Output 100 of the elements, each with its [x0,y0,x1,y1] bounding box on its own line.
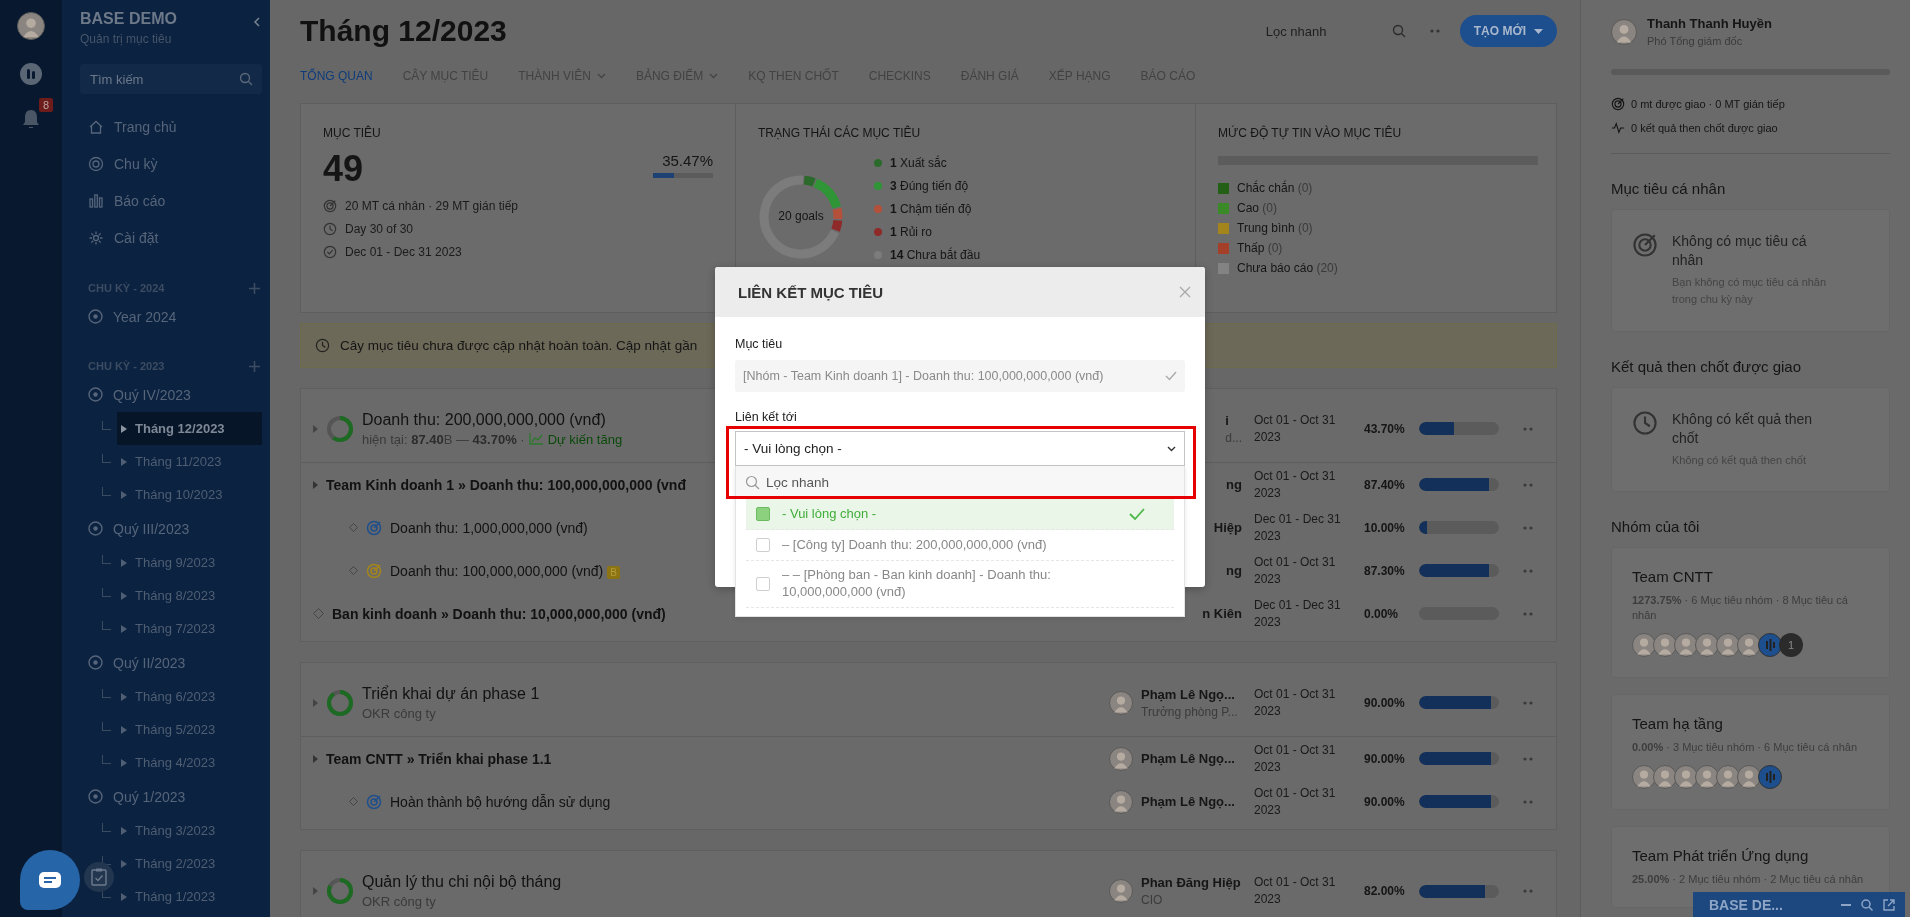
panel-title: Mục tiêu cá nhân [1611,180,1727,197]
cycle-item[interactable]: Tháng 7/2023 [117,612,262,645]
donut-label: 20 goals [777,209,825,223]
more-icon[interactable] [1522,700,1533,705]
objective-title[interactable]: Team Kinh doanh 1 » Doanh thu: 100,000,000,000 (vnđ [326,476,686,493]
search-icon[interactable] [1391,24,1406,38]
more-icon[interactable] [1522,889,1533,893]
checkbox[interactable] [756,538,770,552]
target-icon [323,199,337,213]
more-icon[interactable] [1522,525,1533,530]
caret-icon[interactable] [313,424,318,433]
cycle-item[interactable]: Tháng 6/2023 [117,680,262,713]
cycle-item[interactable]: Quý 1/2023 [62,779,262,814]
caret-icon [121,624,127,633]
owner-name: Phạm Lê Ngọ... [1141,751,1235,766]
objective-title[interactable]: Ban kinh doanh » Doanh thu: 10,000,000,000 (vnđ) [332,605,666,622]
objective-title[interactable]: Doanh thu: 200,000,000,000 (vnđ) [362,410,606,428]
more-icon[interactable] [1522,568,1533,573]
date-range: Oct 01 - Oct 31 2023 [1254,467,1337,502]
add-icon[interactable] [249,360,260,372]
caret-icon[interactable] [313,698,318,707]
key-result-title[interactable]: Hoàn thành bộ hướng dẫn sử dụng [390,793,611,810]
create-button[interactable]: TẠO MỚI [1459,15,1557,47]
nav-item[interactable]: Chu kỳ [62,145,262,182]
cycle-item[interactable]: Year 2024 [62,299,262,334]
more-icon[interactable] [1522,482,1533,487]
add-icon[interactable] [249,282,260,294]
cycle-item[interactable]: Tháng 10/2023 [117,478,262,511]
owner-name: Phan Đăng Hiệp [1141,875,1241,890]
tasks-button[interactable] [84,862,114,892]
caret-icon[interactable] [313,480,318,489]
more-members-count[interactable]: 1 [1779,633,1803,658]
member-avatar [1695,633,1719,658]
external-link-icon[interactable] [1883,898,1895,911]
dropdown-option[interactable]: – – [Phòng ban - Ban kinh doanh] - Doanh thu: 10,000,000,000 (vnđ) [746,561,1174,608]
progress-percent: 10.00% [1364,520,1406,535]
cycle-item[interactable]: Tháng 1/2023 [117,880,262,913]
more-icon[interactable] [1429,29,1440,33]
close-icon[interactable] [1179,286,1191,298]
avatar [1109,746,1133,771]
owner-name: ng [1226,477,1242,492]
team-name: Team Phát triển Ứng dụng [1632,846,1810,864]
more-icon[interactable] [1522,426,1533,431]
nav-item[interactable]: Trang chủ [62,108,262,145]
cycle-item[interactable]: Tháng 8/2023 [117,579,262,612]
objective-title[interactable]: Team CNTT » Triển khai phase 1.1 [326,750,552,767]
cycle-item[interactable]: Tháng 11/2023 [117,445,262,478]
more-icon[interactable] [1522,611,1533,616]
legend-label: 1 Rủi ro [890,225,933,239]
search-field[interactable]: Tìm kiếm [80,64,262,94]
panel-title: Nhóm của tôi [1611,518,1701,536]
cycle-item[interactable]: Tháng 9/2023 [117,546,262,579]
caret-icon [121,892,127,901]
key-result-title[interactable]: Doanh thu: 1,000,000,000 (vnđ) [390,519,588,536]
key-result-title[interactable]: Doanh thu: 100,000,000,000 (vnđ) [390,562,604,579]
checkbox[interactable] [756,576,770,591]
caret-icon[interactable] [313,887,318,895]
caret-icon[interactable] [313,754,318,763]
member-avatar [1716,633,1740,658]
cycle-item[interactable]: Tháng 4/2023 [117,746,262,779]
caret-icon [121,558,127,567]
trend-text: Dự kiến tăng [547,431,623,447]
cycle-item[interactable]: Tháng 3/2023 [117,814,262,847]
objective-title[interactable]: Quản lý thu chi nội bộ tháng [362,873,562,890]
owner-name: Hiệp [1213,520,1242,535]
caret-down-icon [1534,28,1543,34]
search-icon[interactable] [1861,898,1873,911]
cycle-item[interactable]: Quý III/2023 [62,511,262,546]
member-avatar [1737,633,1761,658]
option-label: – – [Phòng ban - Ban kinh doanh] - Doanh thu: 10,000,000,000 (vnđ) [782,567,1052,601]
dropdown-option[interactable]: – [Công ty] Doanh thu: 200,000,000,000 (vnđ) [746,530,1174,561]
cycle-item[interactable]: Quý II/2023 [62,645,262,680]
nav-item[interactable]: Báo cáo [62,182,262,219]
date-range: Oct 01 - Oct 31 2023 [1254,784,1337,819]
more-icon[interactable] [1522,799,1533,804]
tab[interactable]: TỔNG QUAN [300,69,373,83]
checkbox[interactable] [756,507,770,521]
progress-percent: 90.00% [1364,794,1406,809]
target-icon [1611,97,1625,111]
check-icon [1129,508,1145,520]
dropdown-option[interactable]: - Vui lòng chọn - [746,499,1174,530]
bell-icon[interactable] [21,108,41,130]
app-logo-icon[interactable] [19,62,43,86]
panel-title: Kết quả then chốt được giao [1611,357,1802,375]
dropdown-field[interactable]: - Vui lòng chọn - [735,431,1185,466]
cycle-item[interactable]: Tháng 2/2023 [117,847,262,880]
more-icon[interactable] [1522,756,1533,761]
progress-ring-icon [326,877,354,905]
caret-icon [121,490,127,499]
collapse-icon[interactable] [252,16,262,28]
objective-title[interactable]: Triển khai dự án phase 1 [362,684,540,702]
search-field[interactable]: Lọc nhanh [1263,22,1384,40]
dialog-title: LIÊN KẾT MỤC TIÊU [738,283,883,301]
nav-item[interactable]: Cài đặt [62,219,262,256]
target-icon [88,655,103,670]
cycle-item[interactable]: Tháng 12/2023 [117,412,262,445]
cycle-item[interactable]: Quý IV/2023 [62,377,262,412]
cycle-item[interactable]: Tháng 5/2023 [117,713,262,746]
chat-button[interactable] [20,850,80,910]
progress-percent: 87.40% [1364,477,1406,492]
